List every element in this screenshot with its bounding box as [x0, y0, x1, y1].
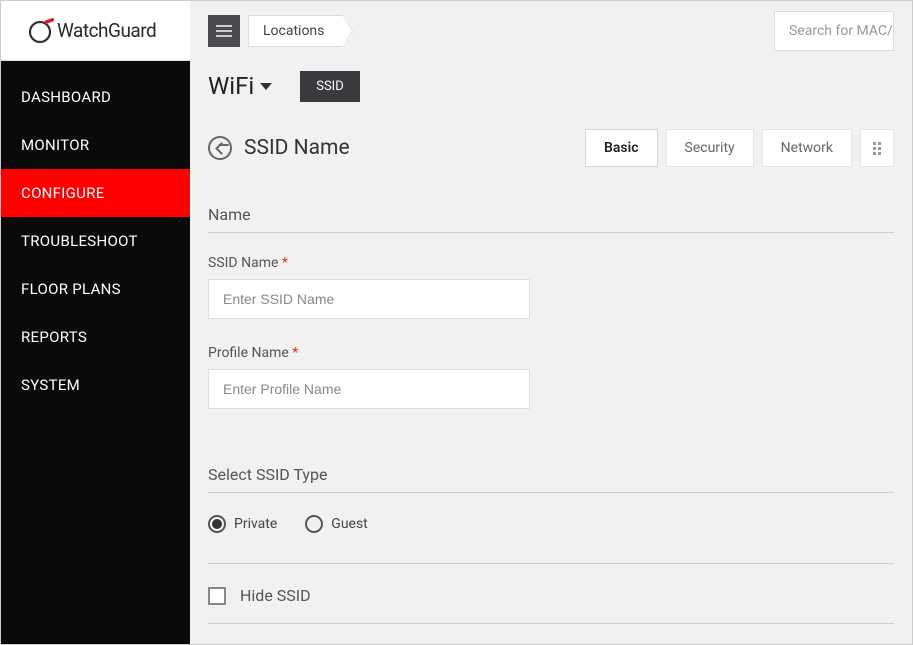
nav-list: DASHBOARD MONITOR CONFIGURE TROUBLESHOOT… [1, 61, 190, 409]
required-marker: * [292, 345, 298, 361]
back-button[interactable] [208, 136, 232, 160]
ssid-type-radios: Private Guest [208, 515, 894, 533]
arrow-left-icon [215, 142, 228, 155]
divider [208, 232, 894, 233]
radio-icon [208, 515, 226, 533]
page-title-row: SSID Name Basic Security Network [190, 111, 912, 175]
nav-system[interactable]: SYSTEM [1, 361, 190, 409]
tab-basic[interactable]: Basic [585, 129, 658, 167]
page-title: SSID Name [244, 136, 350, 160]
radio-private[interactable]: Private [208, 515, 277, 533]
field-ssid-name: SSID Name * [208, 255, 894, 319]
grid-icon [873, 142, 881, 155]
nav-troubleshoot[interactable]: TROUBLESHOOT [1, 217, 190, 265]
field-profile-name: Profile Name * [208, 345, 894, 409]
tab-network[interactable]: Network [762, 129, 852, 167]
radio-icon [305, 515, 323, 533]
section-name: Name [208, 175, 894, 232]
sub-header: WiFi SSID [190, 61, 912, 111]
nav-dashboard[interactable]: DASHBOARD [1, 73, 190, 121]
section-label: WiFi [208, 72, 254, 100]
caret-down-icon [260, 83, 272, 90]
breadcrumb-locations[interactable]: Locations [248, 15, 343, 47]
ssid-chip[interactable]: SSID [300, 71, 360, 102]
radio-guest[interactable]: Guest [305, 515, 367, 533]
section-dropdown[interactable]: WiFi [208, 72, 272, 100]
nav-configure[interactable]: CONFIGURE [1, 169, 190, 217]
sidebar: WatchGuard DASHBOARD MONITOR CONFIGURE T… [1, 1, 190, 644]
divider [208, 563, 894, 564]
hamburger-icon [216, 25, 232, 37]
hamburger-button[interactable] [208, 15, 240, 47]
brand-name: WatchGuard [57, 19, 156, 42]
tab-security[interactable]: Security [666, 129, 754, 167]
search-input[interactable]: Search for MAC/ IP [774, 11, 894, 51]
checkbox-icon [208, 587, 226, 605]
divider [208, 623, 894, 624]
section-ssid-type: Select SSID Type [208, 435, 894, 492]
watchguard-icon [29, 18, 55, 44]
profile-name-input[interactable] [208, 369, 530, 409]
nav-monitor[interactable]: MONITOR [1, 121, 190, 169]
topbar: Locations Search for MAC/ IP [190, 1, 912, 61]
nav-floorplans[interactable]: FLOOR PLANS [1, 265, 190, 313]
tab-strip: Basic Security Network [585, 129, 894, 167]
divider [208, 492, 894, 493]
main: Locations Search for MAC/ IP WiFi SSID S… [190, 1, 912, 644]
tab-more[interactable] [860, 129, 894, 167]
required-marker: * [282, 255, 288, 271]
logo-area: WatchGuard [1, 1, 190, 61]
nav-reports[interactable]: REPORTS [1, 313, 190, 361]
checkbox-hide-ssid[interactable]: Hide SSID [208, 586, 894, 605]
profile-name-label: Profile Name * [208, 345, 894, 361]
brand-logo: WatchGuard [29, 18, 156, 44]
ssid-name-input[interactable] [208, 279, 530, 319]
form: Name SSID Name * Profile Name * Select S… [190, 175, 912, 644]
ssid-name-label: SSID Name * [208, 255, 894, 271]
